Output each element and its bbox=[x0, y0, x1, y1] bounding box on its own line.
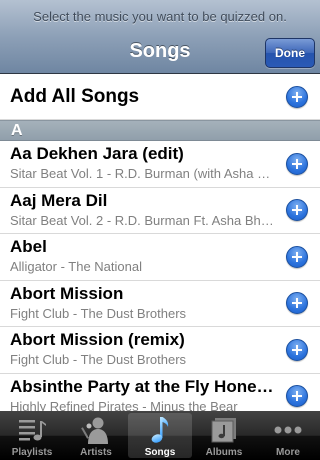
tab-more[interactable]: More bbox=[256, 411, 320, 460]
song-row[interactable]: Aaj Mera Dil Sitar Beat Vol. 2 - R.D. Bu… bbox=[0, 188, 320, 234]
tab-label: Artists bbox=[80, 447, 112, 458]
tab-albums[interactable]: Albums bbox=[192, 411, 256, 460]
song-title: Abel bbox=[10, 237, 47, 256]
song-title: Aa Dekhen Jara (edit) bbox=[10, 144, 184, 163]
song-title: Aaj Mera Dil bbox=[10, 190, 108, 210]
more-icon bbox=[273, 415, 303, 445]
tab-label: More bbox=[276, 447, 300, 458]
add-song-plus-icon[interactable] bbox=[286, 152, 308, 175]
song-title: Absinthe Party at the Fly Honey Warehous… bbox=[10, 376, 278, 396]
tab-label: Playlists bbox=[11, 447, 53, 458]
tab-artists[interactable]: Artists bbox=[64, 411, 128, 460]
tab-label: Songs bbox=[144, 447, 176, 458]
add-song-plus-icon[interactable] bbox=[286, 199, 308, 222]
tab-label: Albums bbox=[205, 447, 243, 458]
add-all-songs-row[interactable]: Add All Songs bbox=[0, 75, 320, 120]
song-subtitle: Sitar Beat Vol. 1 - R.D. Burman (with As… bbox=[10, 166, 278, 181]
playlists-icon bbox=[17, 415, 47, 445]
tab-songs[interactable]: Songs bbox=[128, 413, 192, 458]
song-title: Abort Mission (remix) bbox=[10, 330, 185, 349]
instruction-text: Select the music you want to be quizzed … bbox=[33, 9, 287, 24]
song-subtitle: Highly Refined Pirates - Minus the Bear bbox=[10, 398, 238, 412]
add-all-songs-label: Add All Songs bbox=[10, 86, 140, 107]
song-row[interactable]: Absinthe Party at the Fly Honey Warehous… bbox=[0, 374, 320, 412]
song-row[interactable]: Aa Dekhen Jara (edit) Sitar Beat Vol. 1 … bbox=[0, 141, 320, 188]
songs-list[interactable]: Add All Songs A Aa Dekhen Jara (edit) Si… bbox=[0, 75, 320, 411]
section-letter: A bbox=[11, 122, 23, 139]
artists-icon bbox=[81, 415, 111, 445]
add-song-plus-icon[interactable] bbox=[286, 385, 308, 408]
section-header-a: A bbox=[0, 120, 320, 141]
songs-icon bbox=[147, 415, 173, 445]
add-song-plus-icon[interactable] bbox=[286, 292, 308, 315]
song-subtitle: Fight Club - The Dust Brothers bbox=[10, 352, 187, 367]
done-button[interactable]: Done bbox=[265, 38, 315, 68]
navigation-bar: Select the music you want to be quizzed … bbox=[0, 0, 320, 74]
song-row[interactable]: Abort Mission Fight Club - The Dust Brot… bbox=[0, 281, 320, 327]
albums-icon bbox=[210, 415, 238, 445]
song-subtitle: Alligator - The National bbox=[10, 259, 142, 274]
tab-bar: Playlists Artists Songs Albums More bbox=[0, 411, 320, 460]
add-song-plus-icon[interactable] bbox=[286, 338, 308, 361]
add-all-plus-icon[interactable] bbox=[286, 86, 308, 108]
song-row[interactable]: Abel Alligator - The National bbox=[0, 234, 320, 281]
song-subtitle: Fight Club - The Dust Brothers bbox=[10, 305, 187, 321]
add-song-plus-icon[interactable] bbox=[286, 245, 308, 268]
song-subtitle: Sitar Beat Vol. 2 - R.D. Burman Ft. Asha… bbox=[10, 212, 278, 228]
tab-playlists[interactable]: Playlists bbox=[0, 411, 64, 460]
song-title: Abort Mission bbox=[10, 283, 124, 303]
song-row[interactable]: Abort Mission (remix) Fight Club - The D… bbox=[0, 327, 320, 374]
